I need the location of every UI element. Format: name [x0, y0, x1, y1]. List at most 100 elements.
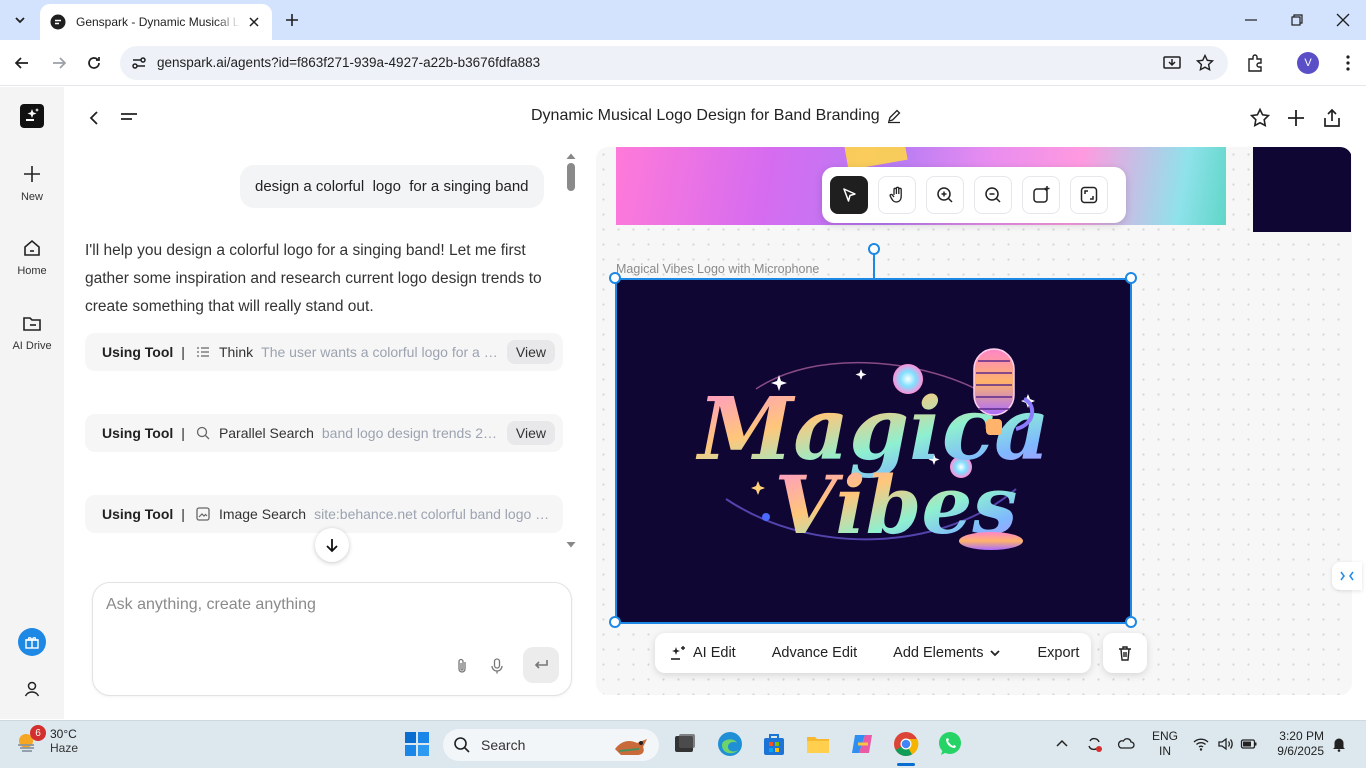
close-tab-icon[interactable]	[246, 14, 262, 30]
chevron-down-icon	[990, 650, 1001, 657]
chat-scrollbar[interactable]	[565, 150, 577, 550]
pan-tool-button[interactable]	[878, 176, 916, 214]
add-frame-icon	[1033, 186, 1050, 203]
fit-screen-button[interactable]	[1070, 176, 1108, 214]
resize-handle-bottom-left[interactable]	[609, 616, 621, 628]
export-button[interactable]: Export	[1037, 645, 1079, 661]
pencil-edit-icon[interactable]	[886, 108, 902, 124]
minimize-icon[interactable]	[1243, 12, 1259, 28]
chevron-up-icon[interactable]	[1053, 735, 1071, 753]
view-button[interactable]: View	[506, 340, 555, 364]
resize-handle-top-right[interactable]	[1125, 272, 1137, 284]
sidebar-item-label: AI Drive	[12, 340, 52, 352]
tool-separator: |	[181, 344, 185, 360]
ai-edit-button[interactable]: AI Edit	[669, 644, 736, 662]
browser-tab[interactable]: Genspark - Dynamic Musical Logo	[40, 4, 272, 40]
close-window-icon[interactable]	[1335, 12, 1351, 28]
add-frame-button[interactable]	[1022, 176, 1060, 214]
forward-arrow-icon[interactable]	[49, 53, 69, 73]
panel-toggle-button[interactable]	[1332, 562, 1362, 590]
chat-input-box[interactable]	[92, 582, 572, 696]
address-bar[interactable]: genspark.ai/agents?id=f863f271-939a-4927…	[120, 46, 1228, 80]
bookmark-star-icon[interactable]	[1195, 53, 1215, 73]
menu-lines-icon[interactable]	[119, 109, 139, 127]
weather-badge: 6	[30, 725, 46, 741]
zoom-in-button[interactable]	[926, 176, 964, 214]
tool-call-think[interactable]: Using Tool | Think The user wants a colo…	[85, 333, 563, 371]
logo-image[interactable]: Magica Vibes	[616, 279, 1131, 623]
list-icon	[196, 347, 209, 357]
volume-icon[interactable]	[1216, 735, 1234, 753]
taskbar-search[interactable]: Search	[443, 729, 659, 761]
system-clock[interactable]: 3:20 PM 9/6/2025	[1266, 729, 1324, 759]
page-title[interactable]: Dynamic Musical Logo Design for Band Bra…	[531, 107, 902, 125]
rotate-handle[interactable]	[868, 243, 880, 255]
canvas-image-thumbnail[interactable]	[1253, 147, 1351, 232]
copilot-icon[interactable]	[849, 731, 875, 757]
resize-handle-bottom-right[interactable]	[1125, 616, 1137, 628]
add-elements-dropdown[interactable]: Add Elements	[893, 645, 1001, 661]
enter-arrow-icon	[534, 660, 548, 669]
weather-widget[interactable]: 6 30°C Haze	[14, 725, 78, 755]
tool-description: band logo design trends 2024 colorful	[321, 425, 499, 441]
restore-icon[interactable]	[1289, 12, 1305, 28]
share-icon[interactable]	[1321, 107, 1343, 129]
select-tool-button[interactable]	[830, 176, 868, 214]
clock-time: 3:20 PM	[1279, 729, 1324, 743]
genspark-logo-icon[interactable]	[20, 104, 44, 128]
tool-separator: |	[181, 506, 185, 522]
home-icon	[24, 239, 40, 256]
page-title-text: Dynamic Musical Logo Design for Band Bra…	[531, 107, 880, 124]
reload-icon[interactable]	[84, 53, 104, 73]
sidebar-item-ai-drive[interactable]: AI Drive	[0, 312, 64, 352]
sidebar-item-home[interactable]: Home	[0, 237, 64, 277]
design-canvas[interactable]: Magical Vibes Logo with Microphone Magic…	[596, 147, 1352, 695]
extensions-puzzle-icon[interactable]	[1245, 53, 1265, 73]
zoom-out-button[interactable]	[974, 176, 1012, 214]
sidebar-item-new[interactable]: New	[0, 163, 64, 203]
battery-icon[interactable]	[1240, 735, 1258, 753]
language-indicator[interactable]: ENG IN	[1152, 729, 1178, 759]
chat-input[interactable]	[106, 596, 546, 636]
edge-browser-icon[interactable]	[717, 731, 743, 757]
image-edit-toolbar: AI Edit Advance Edit Add Elements Export	[655, 633, 1091, 673]
chrome-icon[interactable]	[893, 731, 919, 757]
search-highlight-bird-icon	[615, 739, 647, 755]
user-profile-icon[interactable]	[22, 679, 42, 699]
site-info-icon[interactable]	[130, 54, 148, 72]
advance-edit-button[interactable]: Advance Edit	[772, 645, 857, 661]
add-elements-label: Add Elements	[893, 645, 984, 661]
sidebar-item-label: Home	[17, 265, 47, 277]
send-button[interactable]	[523, 647, 559, 683]
onedrive-cloud-icon[interactable]	[1117, 735, 1135, 753]
tab-search-button[interactable]	[8, 8, 32, 32]
new-tab-icon[interactable]	[282, 10, 302, 30]
weather-icon: 6	[14, 725, 46, 755]
view-button[interactable]: View	[506, 421, 555, 445]
task-view-icon[interactable]	[672, 731, 698, 757]
sync-icon[interactable]	[1085, 735, 1103, 753]
paperclip-icon[interactable]	[453, 657, 471, 675]
file-explorer-icon[interactable]	[805, 731, 831, 757]
tool-call-parallel-search[interactable]: Using Tool | Parallel Search band logo d…	[85, 414, 563, 452]
wifi-icon[interactable]	[1192, 735, 1210, 753]
genspark-favicon-icon	[50, 14, 66, 30]
back-arrow-icon[interactable]	[12, 53, 32, 73]
install-app-icon[interactable]	[1162, 53, 1182, 73]
tool-call-image-search[interactable]: Using Tool | Image Search site:behance.n…	[85, 495, 563, 533]
profile-avatar[interactable]: V	[1297, 52, 1319, 74]
scroll-to-bottom-button[interactable]	[315, 528, 349, 562]
whatsapp-icon[interactable]	[937, 731, 963, 757]
gift-button[interactable]	[18, 628, 46, 656]
chevron-left-icon[interactable]	[86, 109, 104, 127]
microphone-icon[interactable]	[488, 657, 506, 675]
kebab-menu-icon[interactable]	[1338, 53, 1358, 73]
windows-start-icon[interactable]	[404, 731, 430, 757]
notification-bell-icon[interactable]	[1330, 735, 1348, 753]
delete-button[interactable]	[1103, 633, 1147, 673]
microsoft-store-icon[interactable]	[761, 731, 787, 757]
star-icon[interactable]	[1249, 107, 1271, 129]
tool-description: The user wants a colorful logo for a sin…	[261, 344, 499, 360]
plus-icon[interactable]	[1285, 107, 1307, 129]
resize-handle-top-left[interactable]	[609, 272, 621, 284]
